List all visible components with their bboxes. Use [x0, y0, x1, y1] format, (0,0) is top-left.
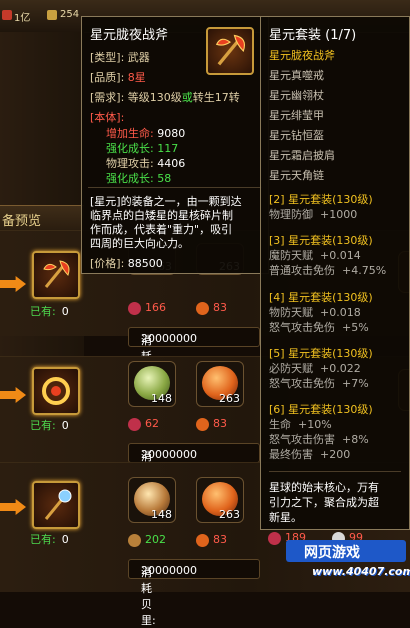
sub-material-1: 166: [128, 301, 166, 315]
owned-count: 已有: 0: [30, 419, 69, 432]
crystal-icon: [128, 301, 141, 315]
item-tooltip: 星元胧夜战斧 [类型]: 武器 [品质]: 8星 [需求]: 等级130级或转生…: [81, 16, 269, 274]
set-piece: 星元幽翎杖: [269, 89, 324, 102]
crystal-icon: [268, 531, 281, 545]
ring-item-slot[interactable]: [32, 367, 80, 415]
watermark-url: www.40407.com: [312, 565, 410, 578]
set-bonus-3-head: [3] 星元套装(130级): [269, 234, 373, 247]
owned-count: 已有: 0: [30, 533, 69, 546]
staff-icon: [44, 489, 72, 520]
set-bonus-line: 必防天赋 +0.022: [269, 362, 361, 375]
ore-icon: [196, 417, 209, 431]
material-count: 148: [151, 392, 172, 405]
sub-material-2: 83: [196, 533, 227, 547]
preview-tab-label: 备预览: [2, 214, 42, 229]
equipment-preview-tab[interactable]: 备预览: [0, 205, 84, 231]
material-count: 263: [219, 508, 240, 521]
divider: [269, 471, 401, 472]
set-bonus-line: 魔防天赋 +0.014: [269, 249, 361, 262]
material-slot-1[interactable]: 148: [128, 361, 176, 407]
item-requirement: [需求]: 等级130级或转生17转: [90, 91, 240, 104]
item-name: 星元胧夜战斧: [90, 28, 169, 43]
axe-icon: [206, 27, 254, 75]
ring-icon: [42, 377, 70, 405]
set-bonus-line: 物理防御 +1000: [269, 208, 358, 221]
cost-bar: 消耗贝里: 20000000: [128, 559, 260, 627]
stat-hp: 增加生命: 9080: [106, 127, 186, 140]
sub-material-2: 83: [196, 301, 227, 315]
resource-value-2: 254: [60, 9, 80, 20]
set-bonus-line: 最终伤害 +200: [269, 448, 351, 461]
bronze-orb-icon: [128, 533, 141, 547]
arrow-right-icon: [0, 387, 26, 403]
coin-icon: [2, 10, 12, 20]
watermark-badge-text: 网页游戏: [304, 545, 360, 561]
set-bonus-line: 怒气攻击伤害 +8%: [269, 433, 369, 446]
set-tooltip: 星元套装 (1/7) 星元胧夜战斧 星元真噬戒 星元幽翎杖 星元绯莹甲 星元钻恒…: [260, 16, 410, 530]
set-bonus-line: 怒气攻击免伤 +5%: [269, 321, 369, 334]
item-quality: [品质]: 8星: [90, 71, 146, 84]
set-piece: 星元绯莹甲: [269, 109, 324, 122]
sub-material-2: 83: [196, 417, 227, 431]
material-slot-1[interactable]: 148: [128, 477, 176, 523]
set-bonus-line: 怒气攻击免伤 +7%: [269, 377, 369, 390]
material-slot-2[interactable]: 263: [196, 477, 244, 523]
axe-icon: [43, 260, 70, 288]
set-footer-line: 引力之下，聚合成为超: [269, 496, 379, 509]
set-piece: 星元霜启披肩: [269, 149, 335, 162]
set-bonus-2-head: [2] 星元套装(130级): [269, 193, 373, 206]
arrow-right-icon: [0, 276, 26, 292]
stat-attack: 物理攻击: 4406: [106, 157, 186, 170]
stat-growth: 强化成长: 58: [106, 172, 172, 185]
set-piece: 星元真噬戒: [269, 69, 324, 82]
item-price: [价格]: 88500: [90, 257, 163, 270]
staff-item-slot[interactable]: [32, 481, 80, 529]
set-footer-line: 新星。: [269, 511, 302, 524]
resource-value-1: 1亿: [14, 13, 31, 24]
item-body-label: [本体]:: [90, 111, 125, 124]
set-piece: 星元天角链: [269, 169, 324, 182]
material-slot-2[interactable]: 263: [196, 361, 244, 407]
sub-material-1: 202: [128, 533, 166, 547]
sub-material-1: 62: [128, 417, 159, 431]
set-title: 星元套装 (1/7): [269, 28, 357, 43]
arrow-right-icon: [0, 499, 26, 515]
ore-icon: [196, 301, 209, 315]
set-bonus-6-head: [6] 星元套装(130级): [269, 403, 373, 416]
set-piece: 星元钻恒盔: [269, 129, 324, 142]
stat-growth: 强化成长: 117: [106, 142, 179, 155]
axe-item-slot[interactable]: [32, 251, 80, 299]
material-count: 263: [219, 392, 240, 405]
site-watermark: 网页游戏 www.40407.com: [286, 540, 410, 586]
divider: [88, 187, 262, 188]
cost-bar: 消耗贝里: 20000000: [128, 443, 260, 511]
set-footer-line: 星球的始末核心，万有: [269, 481, 379, 494]
item-description-line: 四周的巨大向心力。: [90, 237, 189, 250]
ore-icon: [196, 533, 209, 547]
set-bonus-line: 普通攻击免伤 +4.75%: [269, 264, 387, 277]
material-count: 148: [151, 508, 172, 521]
set-bonus-line: 物防天赋 +0.018: [269, 306, 361, 319]
set-bonus-line: 生命 +10%: [269, 418, 332, 431]
set-bonus-4-head: [4] 星元套装(130级): [269, 291, 373, 304]
watermark-badge: 网页游戏: [286, 540, 406, 562]
item-type: [类型]: 武器: [90, 51, 150, 64]
set-piece-owned: 星元胧夜战斧: [269, 49, 335, 62]
gem-icon: [47, 10, 57, 20]
crystal-icon: [128, 417, 141, 431]
cost-bar: 消耗贝里: 20000000: [128, 327, 260, 395]
owned-count: 已有: 0: [30, 305, 69, 318]
set-bonus-5-head: [5] 星元套装(130级): [269, 347, 373, 360]
